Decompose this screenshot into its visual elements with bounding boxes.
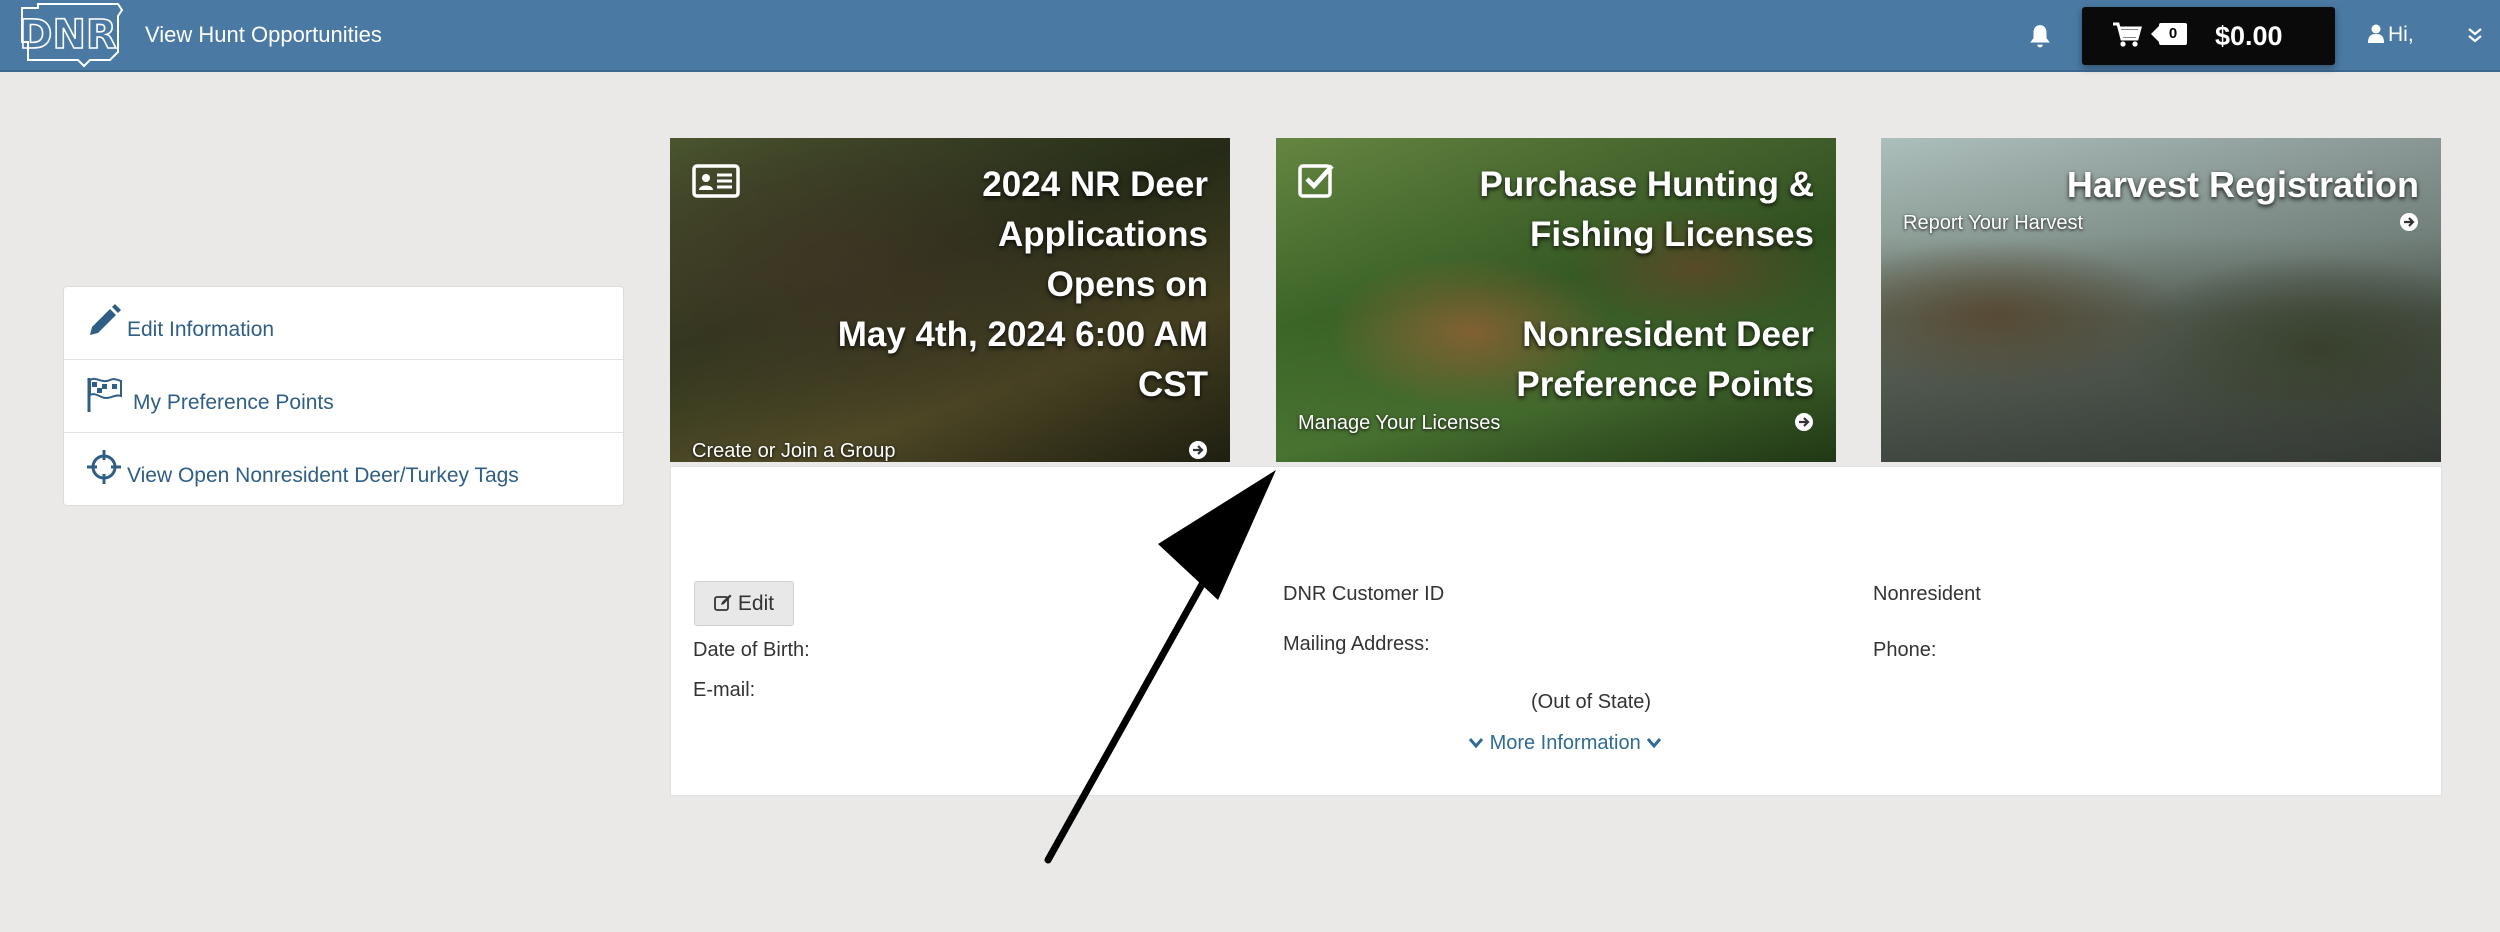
shopping-cart-icon — [2113, 22, 2142, 47]
tile-title-line: Harvest Registration — [2066, 164, 2419, 205]
out-of-state-note: (Out of State) — [1531, 691, 1652, 713]
flag-icon — [87, 377, 122, 412]
cart-button[interactable]: 0 $0.00 — [2082, 7, 2335, 65]
edit-label: Edit — [737, 592, 775, 615]
cart-total: $0.00 — [2215, 21, 2283, 51]
customer-info-panel: Edit Date of Birth: E-mail: DNR Customer… — [670, 466, 2442, 796]
manage-licenses-link[interactable]: Manage Your Licenses — [1298, 412, 1500, 435]
sidebar-item-preference-points[interactable]: My Preference Points — [64, 360, 623, 433]
date-of-birth-label: Date of Birth: — [693, 639, 810, 661]
arrow-circle-right-icon — [1795, 413, 1813, 431]
user-menu[interactable]: Hi, — [2368, 23, 2414, 47]
tile-title-line: Opens on — [1046, 265, 1208, 304]
more-information-label: More Information — [1489, 732, 1641, 754]
bell-icon[interactable] — [2027, 23, 2053, 49]
report-harvest-link[interactable]: Report Your Harvest — [1903, 212, 2083, 235]
more-information-toggle[interactable]: More Information — [1468, 732, 1662, 755]
dnr-logo[interactable]: DNR — [18, 2, 126, 68]
account-side-menu: Edit Information My Preference Points Vi… — [63, 286, 624, 506]
arrow-circle-right-icon — [2400, 213, 2418, 231]
tile-harvest-registration[interactable]: Harvest Registration Report Your Harvest — [1881, 138, 2441, 462]
email-label: E-mail: — [693, 679, 756, 701]
tile-nr-deer-applications[interactable]: 2024 NR Deer Applications Opens on May 4… — [670, 138, 1230, 462]
sidebar-item-open-tags[interactable]: View Open Nonresident Deer/Turkey Tags — [64, 433, 623, 506]
sidebar-item-edit-information[interactable]: Edit Information — [64, 287, 623, 360]
top-header: DNR View Hunt Opportunities 0 $0.00 Hi, — [0, 0, 2500, 72]
create-join-group-link[interactable]: Create or Join a Group — [692, 440, 895, 462]
svg-text:DNR: DNR — [19, 12, 116, 58]
tile-sub-line: Nonresident Deer — [1522, 315, 1814, 354]
phone-label: Phone: — [1873, 639, 1937, 661]
tile-title: Purchase Hunting & Fishing Licenses — [1374, 160, 1814, 260]
tile-title-line: Fishing Licenses — [1530, 215, 1814, 254]
checkbox-icon — [1298, 164, 1334, 198]
preference-points-link[interactable]: Nonresident Deer Preference Points — [1374, 310, 1814, 410]
tile-title-line: May 4th, 2024 6:00 AM — [837, 315, 1208, 354]
tile-sub-line: Preference Points — [1516, 365, 1814, 404]
cart-count-badge: 0 — [2151, 23, 2187, 45]
tile-title-line: Purchase Hunting & — [1479, 165, 1814, 204]
residency-status: Nonresident — [1873, 583, 1981, 605]
view-hunt-opportunities-link[interactable]: View Hunt Opportunities — [145, 22, 382, 48]
sidebar-item-label: View Open Nonresident Deer/Turkey Tags — [127, 464, 519, 487]
edit-profile-button[interactable]: Edit — [694, 581, 794, 626]
customer-id-label: DNR Customer ID — [1283, 583, 1445, 605]
crosshairs-icon — [87, 450, 121, 484]
chevron-down-icon — [1468, 738, 1484, 749]
tile-purchase-licenses[interactable]: Purchase Hunting & Fishing Licenses Nonr… — [1276, 138, 1836, 462]
edit-square-icon — [714, 594, 732, 611]
pencil-icon — [90, 304, 121, 335]
sidebar-item-label: My Preference Points — [133, 391, 334, 414]
tile-title: 2024 NR Deer Applications Opens on May 4… — [768, 160, 1208, 410]
user-icon — [2368, 24, 2384, 43]
tile-title-line: 2024 NR Deer — [982, 165, 1208, 204]
id-card-icon — [692, 164, 740, 198]
tile-title: Harvest Registration — [1979, 160, 2419, 210]
mailing-address-label: Mailing Address: — [1283, 633, 1430, 655]
tile-title-line: CST — [1138, 365, 1208, 404]
user-greeting: Hi, — [2388, 23, 2414, 46]
arrow-circle-right-icon — [1189, 441, 1207, 459]
sidebar-item-label: Edit Information — [127, 318, 275, 341]
annotation-arrow — [1044, 470, 1276, 864]
tile-title-line: Applications — [997, 215, 1208, 254]
chevron-down-icon — [1647, 738, 1662, 749]
double-chevron-down-icon[interactable] — [2466, 26, 2484, 44]
